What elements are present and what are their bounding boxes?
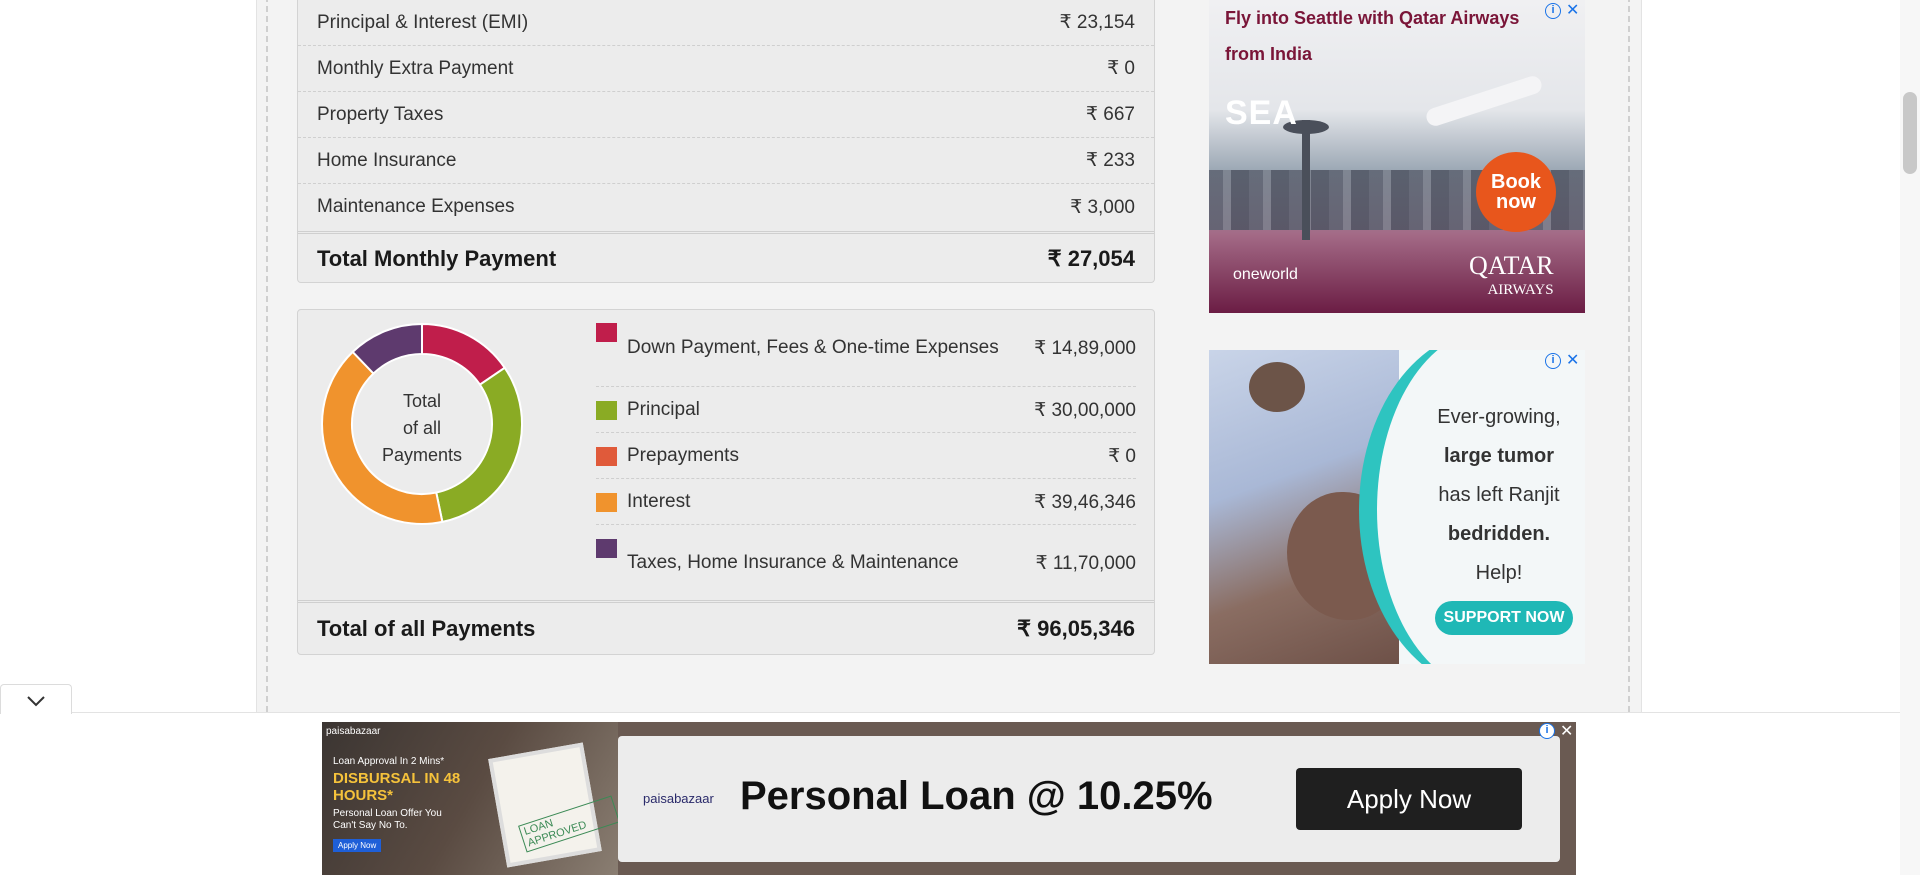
payment-row-label: Property Taxes	[317, 103, 444, 125]
payment-row-insurance: Home Insurance ₹ 233	[298, 138, 1154, 184]
total-all-payments-value: ₹ 96,05,346	[1017, 616, 1135, 641]
charity-line: has left Ranjit	[1438, 484, 1560, 506]
apply-now-small-button[interactable]: Apply Now	[333, 839, 382, 852]
book-now-badge[interactable]: Book now	[1476, 152, 1556, 232]
legend-row-taxes-insurance: Taxes, Home Insurance & Maintenance ₹ 11…	[596, 526, 1136, 600]
payment-row-extra: Monthly Extra Payment ₹ 0	[298, 46, 1154, 92]
total-all-payments-label: Total of all Payments	[317, 616, 536, 641]
all-payments-breakdown: Total of all Payments Down Payment, Fees…	[297, 309, 1155, 655]
space-needle	[1302, 120, 1310, 240]
close-icon[interactable]: ✕	[1566, 0, 1579, 20]
paisabazaar-logo: paisabazaar	[643, 791, 714, 806]
legend-value: ₹ 39,46,346	[1034, 491, 1136, 513]
charity-ad[interactable]: Ever-growing, large tumor has left Ranji…	[1209, 350, 1585, 664]
donut-center-line: Total	[402, 391, 442, 411]
payment-row-value: ₹ 3,000	[1070, 196, 1135, 218]
personal-loan-ad[interactable]: paisabazaar Loan Approval In 2 Mins* DIS…	[322, 722, 1576, 875]
donut-center-line: Payments	[381, 445, 463, 465]
legend-label: Interest	[627, 491, 691, 512]
disbursal-text: DISBURSAL IN 48 HOURS*	[333, 770, 461, 804]
charity-line: Ever-growing,	[1437, 406, 1561, 428]
legend-swatch	[596, 447, 617, 466]
legend-label: Taxes, Home Insurance & Maintenance	[627, 552, 959, 573]
legend-row-down-payment: Down Payment, Fees & One-time Expenses ₹…	[596, 310, 1136, 387]
info-icon[interactable]: i	[1545, 3, 1561, 19]
charity-line: Help!	[1475, 562, 1523, 584]
legend-swatch	[596, 323, 617, 342]
legend-swatch	[596, 493, 617, 512]
charity-line: large tumor	[1443, 445, 1555, 467]
total-monthly-payment-value: ₹ 27,054	[1047, 245, 1135, 271]
payment-row-label: Monthly Extra Payment	[317, 57, 514, 79]
loan-approval-text: Loan Approval In 2 Mins*	[333, 756, 445, 767]
legend-value: ₹ 14,89,000	[1034, 337, 1136, 359]
paisabazaar-small-logo: paisabazaar	[326, 726, 381, 737]
support-now-button[interactable]: SUPPORT NOW	[1435, 601, 1573, 635]
close-icon[interactable]: ✕	[1566, 350, 1579, 370]
charity-line: bedridden.	[1447, 523, 1551, 545]
total-monthly-payment-label: Total Monthly Payment	[317, 245, 557, 271]
close-icon[interactable]: ✕	[1560, 722, 1573, 741]
legend-label: Down Payment, Fees & One-time Expenses	[627, 337, 999, 358]
charity-message: Ever-growing, large tumor has left Ranji…	[1424, 398, 1574, 593]
legend-value: ₹ 0	[1108, 445, 1136, 467]
patient-head	[1249, 362, 1305, 412]
legend-swatch	[596, 401, 617, 420]
oneworld-logo: oneworld	[1233, 266, 1298, 283]
payment-row-value: ₹ 0	[1107, 58, 1135, 79]
legend-label: Prepayments	[627, 445, 739, 466]
ad-headline[interactable]: Fly into Seattle with Qatar Airways from…	[1225, 0, 1545, 72]
airport-code: SEA	[1225, 94, 1298, 132]
offer-text: Personal Loan Offer You Can't Say No To.	[333, 808, 442, 831]
brand-sub: AIRWAYS	[1487, 282, 1554, 298]
legend-row-prepayments: Prepayments ₹ 0	[596, 434, 1136, 479]
payment-row-value: ₹ 233	[1085, 150, 1135, 171]
donut-center-label: Total of all Payments	[320, 388, 524, 469]
loan-headline[interactable]: Personal Loan @ 10.25%	[740, 774, 1213, 819]
payment-row-label: Principal & Interest (EMI)	[317, 11, 529, 33]
legend-row-principal: Principal ₹ 30,00,000	[596, 388, 1136, 433]
payment-row-taxes: Property Taxes ₹ 667	[298, 92, 1154, 138]
qatar-airways-ad[interactable]: Fly into Seattle with Qatar Airways from…	[1209, 0, 1585, 313]
legend-value: ₹ 11,70,000	[1035, 552, 1136, 574]
payment-row-value: ₹ 667	[1085, 104, 1135, 125]
legend-swatch	[596, 539, 617, 558]
total-all-payments-row: Total of all Payments ₹ 96,05,346	[298, 600, 1154, 655]
loan-ad-image: paisabazaar Loan Approval In 2 Mins* DIS…	[322, 722, 620, 875]
payment-row-maintenance: Maintenance Expenses ₹ 3,000	[298, 184, 1154, 230]
total-monthly-payment-row: Total Monthly Payment ₹ 27,054	[298, 231, 1154, 283]
qatar-airways-logo: QATAR AIRWAYS	[1469, 251, 1554, 302]
page-scrollbar-thumb[interactable]	[1903, 92, 1917, 174]
legend-row-interest: Interest ₹ 39,46,346	[596, 480, 1136, 525]
payment-row-label: Maintenance Expenses	[317, 196, 515, 217]
legend-value: ₹ 30,00,000	[1034, 399, 1136, 421]
monthly-payment-table: Principal & Interest (EMI) ₹ 23,154 Mont…	[297, 0, 1155, 283]
payment-row-label: Home Insurance	[317, 149, 457, 171]
collapse-ad-button[interactable]	[0, 684, 72, 714]
payment-row-emi: Principal & Interest (EMI) ₹ 23,154	[298, 0, 1154, 46]
loan-ad-panel: paisabazaar Personal Loan @ 10.25% Apply…	[618, 736, 1560, 862]
payment-row-value: ₹ 23,154	[1059, 12, 1135, 33]
airplane-image	[1424, 73, 1544, 129]
chevron-down-icon	[27, 696, 45, 707]
brand-name: QATAR	[1469, 251, 1554, 280]
sticky-ad-divider	[0, 712, 1920, 713]
info-icon[interactable]: i	[1539, 723, 1555, 739]
info-icon[interactable]: i	[1545, 353, 1561, 369]
apply-now-button[interactable]: Apply Now	[1296, 768, 1522, 830]
donut-center-line: of all	[402, 418, 442, 438]
legend-label: Principal	[627, 399, 700, 420]
